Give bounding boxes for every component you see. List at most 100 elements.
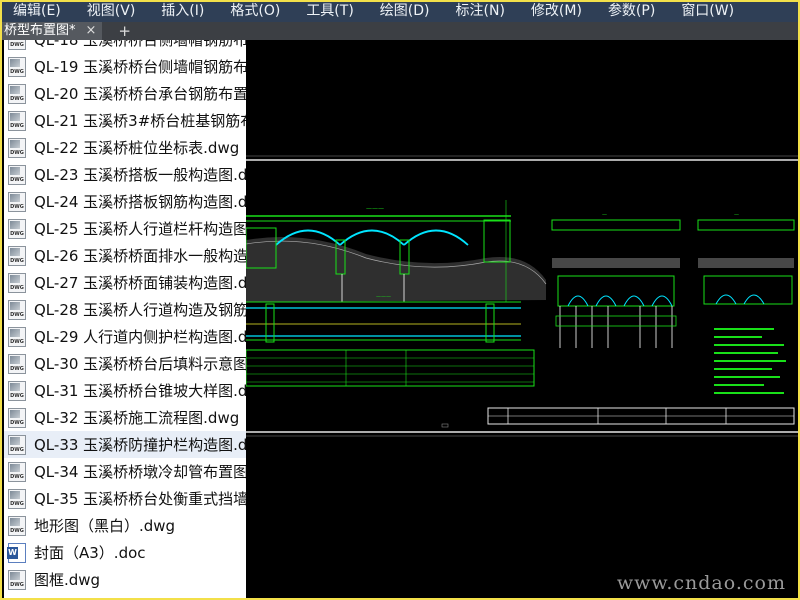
- drawing-notes: [714, 328, 786, 394]
- file-name: QL-21 玉溪桥3#桥台桩基钢筋布: [34, 112, 246, 130]
- tab-title: 桥型布置图*: [4, 23, 76, 38]
- tab-bar: 桥型布置图* × +: [0, 22, 800, 40]
- cad-drawing: ——— ——— — —: [246, 155, 798, 437]
- add-tab-icon[interactable]: +: [118, 22, 131, 40]
- file-list-item[interactable]: DWG QL-29 人行道内侧护栏构造图.dwg: [4, 323, 246, 350]
- file-name: 图框.dwg: [34, 571, 101, 589]
- dwg-file-icon: DWG: [8, 83, 26, 104]
- file-list-item[interactable]: DWG QL-25 玉溪桥人行道栏杆构造图: [4, 215, 246, 242]
- file-list-item[interactable]: DWG QL-20 玉溪桥桥台承台钢筋布置: [4, 80, 246, 107]
- file-type-tag: DWG: [10, 68, 24, 75]
- file-type-tag: DWG: [10, 473, 24, 480]
- file-name: QL-29 人行道内侧护栏构造图.dwg: [34, 328, 246, 346]
- menu-item[interactable]: 格式(O): [217, 0, 293, 22]
- file-list: DWG QL-18 玉溪桥桥台侧墙帽钢筋布 DWG QL-19 玉溪桥桥台侧墙帽钢筋布…: [4, 40, 246, 598]
- file-list-item[interactable]: DWG QL-33 玉溪桥防撞护栏构造图.dwg: [4, 431, 246, 458]
- dwg-file-icon: DWG: [8, 191, 26, 212]
- file-type-tag: DWG: [10, 392, 24, 399]
- file-list-item[interactable]: DWG 地形图（黑白）.dwg: [4, 512, 246, 539]
- file-name: QL-23 玉溪桥搭板一般构造图.dwg: [34, 166, 246, 184]
- svg-text:———: ———: [376, 294, 391, 300]
- file-list-item[interactable]: DWG QL-23 玉溪桥搭板一般构造图.dwg: [4, 161, 246, 188]
- file-name: QL-32 玉溪桥施工流程图.dwg: [34, 409, 240, 427]
- drawing-canvas[interactable]: ——— ——— — —: [246, 40, 798, 598]
- file-name: QL-20 玉溪桥桥台承台钢筋布置: [34, 85, 246, 103]
- file-list-item[interactable]: DWG QL-27 玉溪桥桥面铺装构造图.dwg: [4, 269, 246, 296]
- file-list-item[interactable]: DWG QL-31 玉溪桥桥台锥坡大样图.dwg: [4, 377, 246, 404]
- dwg-file-icon: DWG: [8, 461, 26, 482]
- file-type-tag: DWG: [10, 122, 24, 129]
- file-name: QL-18 玉溪桥桥台侧墙帽钢筋布: [34, 40, 246, 49]
- dwg-file-icon: DWG: [8, 353, 26, 374]
- file-type-tag: DWG: [10, 365, 24, 372]
- file-name: QL-33 玉溪桥防撞护栏构造图.dwg: [34, 436, 246, 454]
- menu-item[interactable]: 工具(T): [293, 0, 366, 22]
- file-name: QL-30 玉溪桥桥台后填料示意图: [34, 355, 246, 373]
- file-name: QL-26 玉溪桥桥面排水一般构造: [34, 247, 246, 265]
- dwg-file-icon: DWG: [8, 218, 26, 239]
- dwg-file-icon: DWG: [8, 110, 26, 131]
- menu-item[interactable]: 绘图(D): [367, 0, 443, 22]
- svg-text:—: —: [602, 212, 607, 218]
- file-list-item[interactable]: DWG QL-34 玉溪桥桥墩冷却管布置图: [4, 458, 246, 485]
- site-watermark: www.cndao.com: [616, 572, 786, 594]
- dwg-file-icon: DWG: [8, 164, 26, 185]
- file-name: 封面（A3）.doc: [34, 544, 146, 562]
- file-list-item[interactable]: DWG 图框.dwg: [4, 566, 246, 593]
- file-list-item[interactable]: DWG QL-21 玉溪桥3#桥台桩基钢筋布: [4, 107, 246, 134]
- file-type-tag: DWG: [10, 257, 24, 264]
- dwg-file-icon: DWG: [8, 56, 26, 77]
- file-type-tag: DWG: [10, 500, 24, 507]
- file-type-tag: DWG: [10, 176, 24, 183]
- dwg-file-icon: DWG: [8, 515, 26, 536]
- cross-section-1: —: [551, 212, 681, 348]
- file-type-tag: DWG: [10, 581, 24, 588]
- dwg-file-icon: DWG: [8, 299, 26, 320]
- menu-item[interactable]: 参数(P): [595, 0, 668, 22]
- menu-item[interactable]: 标注(N): [443, 0, 518, 22]
- file-list-item[interactable]: DWG QL-28 玉溪桥人行道构造及钢筋: [4, 296, 246, 323]
- file-list-item[interactable]: DWG QL-30 玉溪桥桥台后填料示意图: [4, 350, 246, 377]
- close-icon[interactable]: ×: [86, 22, 97, 40]
- file-type-tag: DWG: [10, 203, 24, 210]
- file-type-tag: DWG: [10, 311, 24, 318]
- dwg-file-icon: DWG: [8, 434, 26, 455]
- file-list-item[interactable]: DWG QL-32 玉溪桥施工流程图.dwg: [4, 404, 246, 431]
- file-name: QL-34 玉溪桥桥墩冷却管布置图: [34, 463, 246, 481]
- dwg-file-icon: DWG: [8, 488, 26, 509]
- file-list-item[interactable]: DWG QL-24 玉溪桥搭板钢筋构造图.dwg: [4, 188, 246, 215]
- word-document-icon: [7, 542, 26, 563]
- bridge-elevation: ———: [246, 200, 547, 302]
- file-type-tag: DWG: [10, 149, 24, 156]
- tab-drawing[interactable]: 桥型布置图* ×: [0, 22, 103, 40]
- menu-item[interactable]: 窗口(W): [668, 0, 747, 22]
- dwg-file-icon: DWG: [8, 272, 26, 293]
- file-name: QL-22 玉溪桥桩位坐标表.dwg: [34, 139, 240, 157]
- dwg-file-icon: DWG: [8, 326, 26, 347]
- file-list-item[interactable]: DWG QL-18 玉溪桥桥台侧墙帽钢筋布: [4, 40, 246, 53]
- file-list-item[interactable]: DWG QL-35 玉溪桥桥台处衡重式挡墙: [4, 485, 246, 512]
- file-list-item[interactable]: DWG QL-22 玉溪桥桩位坐标表.dwg: [4, 134, 246, 161]
- menu-item[interactable]: 修改(M): [518, 0, 595, 22]
- dwg-file-icon: DWG: [8, 245, 26, 266]
- file-list-item[interactable]: DWG QL-19 玉溪桥桥台侧墙帽钢筋布: [4, 53, 246, 80]
- menu-item[interactable]: 视图(V): [74, 0, 149, 22]
- svg-text:—: —: [734, 212, 739, 218]
- svg-text:———: ———: [366, 205, 384, 212]
- dwg-file-icon: DWG: [8, 569, 26, 590]
- dwg-file-icon: DWG: [8, 380, 26, 401]
- menu-item[interactable]: 编辑(E): [0, 0, 74, 22]
- file-type-tag: DWG: [10, 230, 24, 237]
- file-name: QL-27 玉溪桥桥面铺装构造图.dwg: [34, 274, 246, 292]
- file-name: QL-31 玉溪桥桥台锥坡大样图.dwg: [34, 382, 246, 400]
- cross-section-2: —: [697, 212, 795, 305]
- dwg-file-icon: DWG: [8, 137, 26, 158]
- dwg-file-icon: DWG: [8, 40, 26, 50]
- file-name: QL-19 玉溪桥桥台侧墙帽钢筋布: [34, 58, 246, 76]
- file-name: QL-25 玉溪桥人行道栏杆构造图: [34, 220, 246, 238]
- menu-item[interactable]: 插入(I): [148, 0, 217, 22]
- file-list-item[interactable]: DWG QL-26 玉溪桥桥面排水一般构造: [4, 242, 246, 269]
- bridge-plan: ———: [246, 294, 535, 387]
- file-name: QL-24 玉溪桥搭板钢筋构造图.dwg: [34, 193, 246, 211]
- file-list-item[interactable]: 封面（A3）.doc: [4, 539, 246, 566]
